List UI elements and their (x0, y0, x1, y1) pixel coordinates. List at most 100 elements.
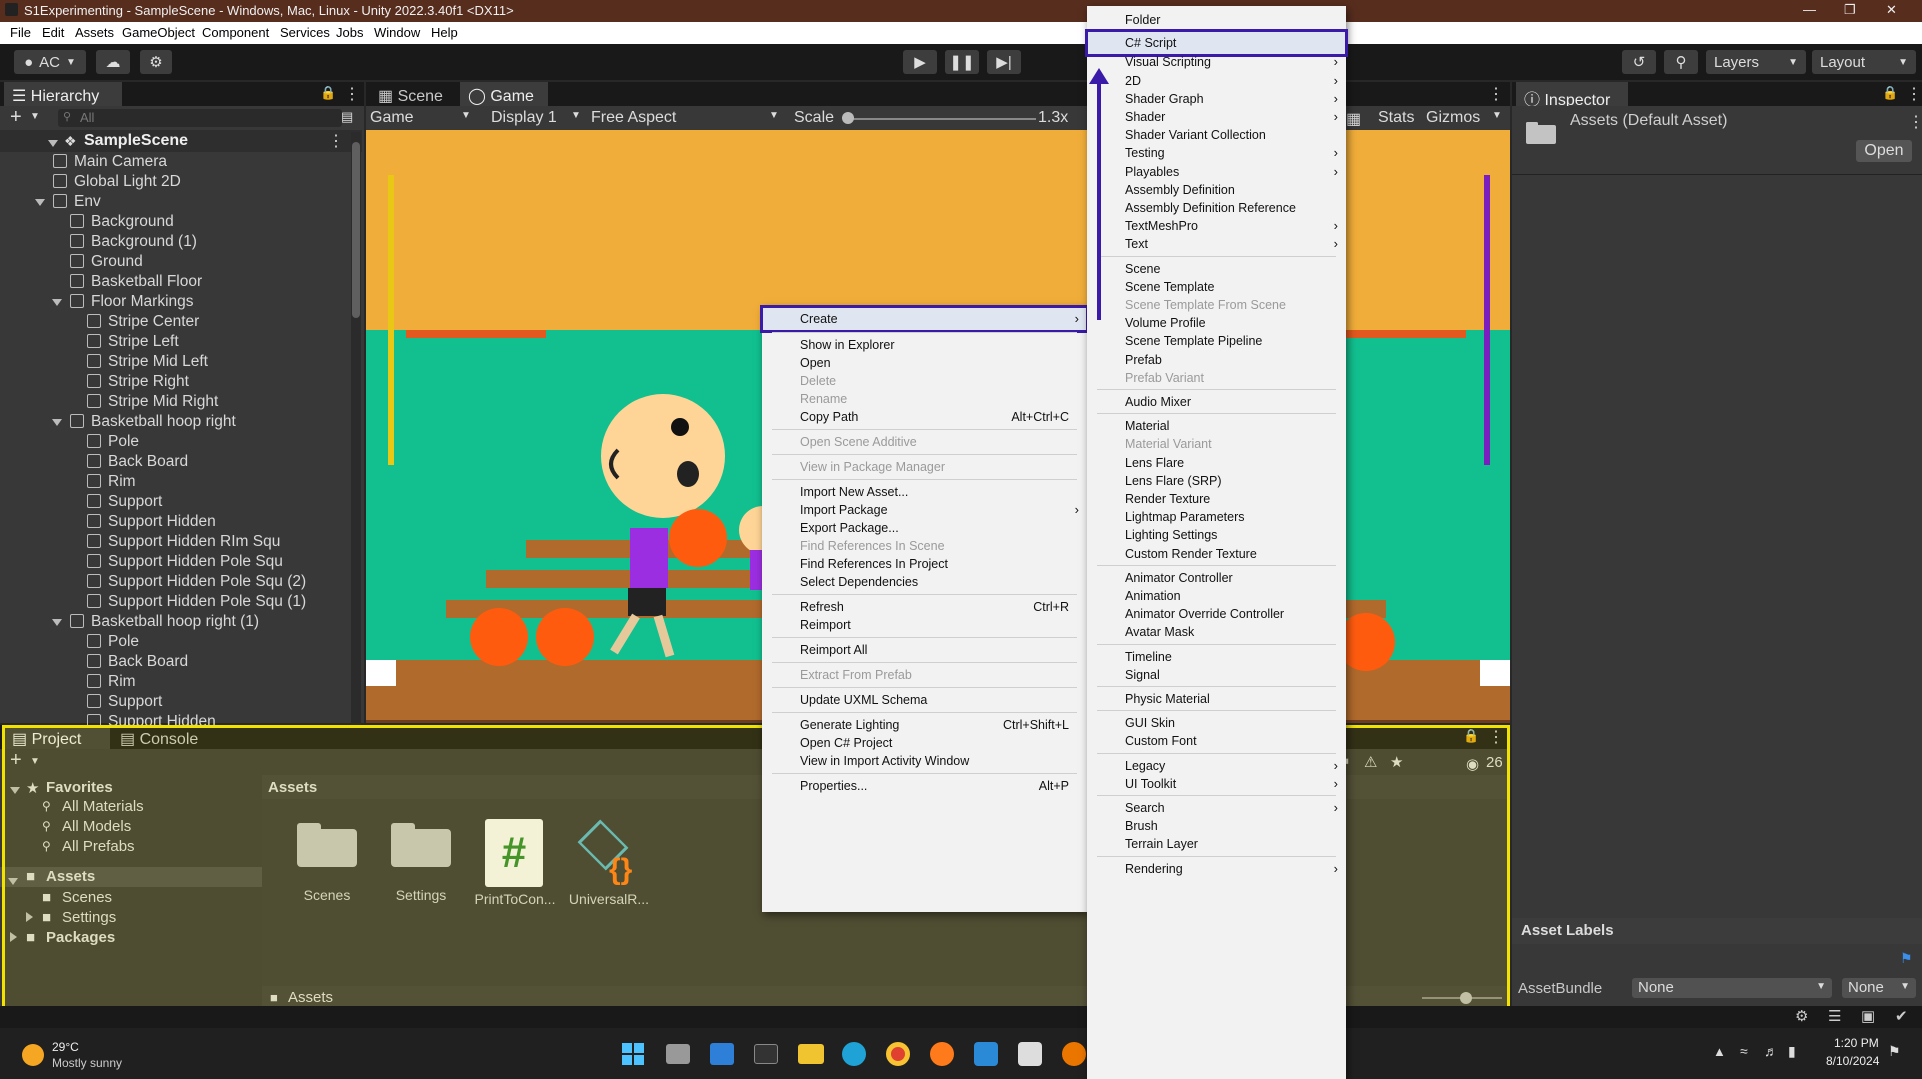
vscode-icon[interactable] (974, 1042, 998, 1066)
context-menu-item[interactable]: Open C# Project (762, 733, 1087, 753)
hierarchy-item[interactable]: Global Light 2D (0, 172, 348, 192)
windows-start-icon[interactable] (622, 1043, 644, 1065)
search-button[interactable]: ⚲ (1664, 50, 1698, 74)
context-menu-item[interactable]: Properties... Alt+P (762, 776, 1087, 796)
menu-component[interactable]: Component (202, 25, 269, 40)
menu-help[interactable]: Help (431, 25, 458, 40)
weather-temp[interactable]: 29°C (52, 1040, 79, 1054)
layers-dropdown[interactable]: Layers ▼ (1706, 50, 1806, 74)
clock-time[interactable]: 1:20 PM (1834, 1036, 1879, 1050)
hierarchy-item[interactable]: Stripe Left (0, 332, 348, 352)
create-menu-item[interactable]: Timeline (1087, 647, 1346, 667)
expand-arrow-icon[interactable] (10, 783, 26, 801)
context-menu-item[interactable]: Copy Path Alt+Ctrl+C (762, 407, 1087, 427)
tag-icon[interactable]: ⚑ (1900, 950, 1913, 967)
hierarchy-item[interactable]: Back Board (0, 452, 348, 472)
create-menu-item[interactable]: Audio Mixer (1087, 392, 1346, 412)
add-icon[interactable]: + (10, 106, 22, 129)
favorites-label[interactable]: Favorites (46, 779, 113, 796)
grid-icon[interactable]: ▦ (1346, 109, 1361, 129)
hierarchy-item[interactable]: Basketball Floor (0, 272, 348, 292)
scene-visibility-icon[interactable]: ▤ (341, 109, 353, 125)
progress-icon[interactable]: ✔ (1895, 1007, 1908, 1025)
expand-arrow-icon[interactable] (35, 199, 51, 206)
hierarchy-item[interactable]: Rim (0, 672, 348, 692)
hierarchy-item[interactable]: Support (0, 692, 348, 712)
hierarchy-item[interactable]: Stripe Right (0, 372, 348, 392)
hierarchy-search-input[interactable]: ⚲ All (58, 109, 342, 127)
create-menu-item[interactable]: Lens Flare (1087, 453, 1346, 473)
context-menu-item[interactable]: Reimport All (762, 640, 1087, 660)
scene-row[interactable]: ❖ SampleScene ⋮ (0, 130, 362, 152)
menu-file[interactable]: File (10, 25, 31, 40)
hierarchy-item[interactable]: Back Board (0, 652, 348, 672)
create-menu-item[interactable]: Shader Variant Collection (1087, 125, 1346, 145)
create-menu-item[interactable]: TextMeshPro › (1087, 216, 1346, 236)
create-menu-item[interactable]: Physic Material (1087, 689, 1346, 709)
terminal-icon[interactable] (754, 1044, 778, 1064)
menu-assets[interactable]: Assets (75, 25, 114, 40)
cloud-button[interactable]: ☁ (96, 50, 130, 74)
create-menu-item[interactable]: Animator Override Controller (1087, 604, 1346, 624)
more-icon[interactable]: ⋮ (1906, 84, 1922, 104)
more-icon[interactable]: ⋮ (344, 84, 360, 104)
create-menu-item[interactable]: Text › (1087, 234, 1346, 254)
hierarchy-item[interactable]: Stripe Mid Left (0, 352, 348, 372)
context-menu-item[interactable]: Show in Explorer (762, 335, 1087, 355)
hierarchy-item[interactable]: Support (0, 492, 348, 512)
create-menu-item[interactable]: Shader › (1087, 107, 1346, 127)
display-dropdown[interactable]: Display 1 (491, 109, 557, 127)
gizmos-button[interactable]: Gizmos (1426, 109, 1480, 127)
hierarchy-item[interactable]: Support Hidden RIm Squ (0, 532, 348, 552)
layout-dropdown[interactable]: Layout ▼ (1812, 50, 1916, 74)
create-menu-item[interactable]: Animation (1087, 586, 1346, 606)
calendar-app-icon[interactable] (710, 1043, 734, 1065)
context-menu-item[interactable]: Export Package... (762, 518, 1087, 538)
menu-services[interactable]: Services (280, 25, 330, 40)
hierarchy-item[interactable]: Support Hidden Pole Squ (1) (0, 592, 348, 612)
tab-console[interactable]: ▤ Console (112, 725, 212, 749)
hierarchy-item[interactable]: Ground (0, 252, 348, 272)
hierarchy-item[interactable]: Basketball hoop right (1) (0, 612, 348, 632)
hierarchy-item[interactable]: Pole (0, 632, 348, 652)
asset-item-script[interactable]: # PrintToCon... (470, 819, 560, 907)
weather-desc[interactable]: Mostly sunny (52, 1056, 122, 1070)
create-menu-item[interactable]: UI Toolkit › (1087, 774, 1346, 794)
create-menu-item[interactable]: Scene Template (1087, 277, 1346, 297)
more-icon[interactable]: ⋮ (1488, 727, 1504, 747)
hierarchy-item[interactable]: Main Camera (0, 152, 348, 172)
create-menu-item[interactable]: Rendering › (1087, 859, 1346, 879)
create-menu-item[interactable]: Visual Scripting › (1087, 52, 1346, 72)
expand-arrow-icon[interactable] (26, 911, 39, 929)
stats-button[interactable]: Stats (1378, 109, 1414, 127)
hierarchy-item[interactable]: Rim (0, 472, 348, 492)
hierarchy-item[interactable]: Support Hidden Pole Squ (2) (0, 572, 348, 592)
tree-item-assets[interactable]: ■ Assets (0, 867, 262, 887)
expand-arrow-icon[interactable] (52, 299, 68, 306)
tree-item-scenes[interactable]: Scenes (62, 889, 112, 906)
favorite-item[interactable]: All Prefabs (62, 838, 135, 855)
wifi-icon[interactable]: ≈ (1740, 1043, 1748, 1059)
favorite-item[interactable]: All Materials (62, 798, 144, 815)
hierarchy-item[interactable]: Background (1) (0, 232, 348, 252)
lock-icon[interactable]: 🔒 (320, 85, 336, 101)
hierarchy-item[interactable]: Env (0, 192, 348, 212)
aspect-dropdown[interactable]: Free Aspect (591, 109, 676, 127)
context-menu-item[interactable]: Reimport (762, 615, 1087, 635)
tab-hierarchy[interactable]: ☰ Hierarchy (4, 82, 122, 106)
clock-date[interactable]: 8/10/2024 (1826, 1054, 1879, 1068)
eye-icon[interactable]: ◉ (1466, 755, 1479, 773)
lock-icon[interactable]: 🔒 (1463, 728, 1479, 744)
warning-icon[interactable]: ⚠ (1364, 753, 1377, 771)
tree-item-settings[interactable]: Settings (62, 909, 116, 926)
asset-bundle-dropdown[interactable]: None ▼ (1632, 978, 1832, 998)
menu-jobs[interactable]: Jobs (336, 25, 363, 40)
bug-icon[interactable]: ⚙ (1795, 1007, 1808, 1025)
breadcrumb-assets[interactable]: Assets (268, 779, 317, 796)
context-menu-item[interactable]: Generate Lighting Ctrl+Shift+L (762, 715, 1087, 735)
minimize-icon[interactable]: — (1803, 2, 1816, 17)
context-menu-item[interactable]: Refresh Ctrl+R (762, 597, 1087, 617)
expand-arrow-icon[interactable] (52, 419, 68, 426)
create-menu-item[interactable]: Signal (1087, 665, 1346, 685)
chrome-icon[interactable] (886, 1042, 910, 1066)
